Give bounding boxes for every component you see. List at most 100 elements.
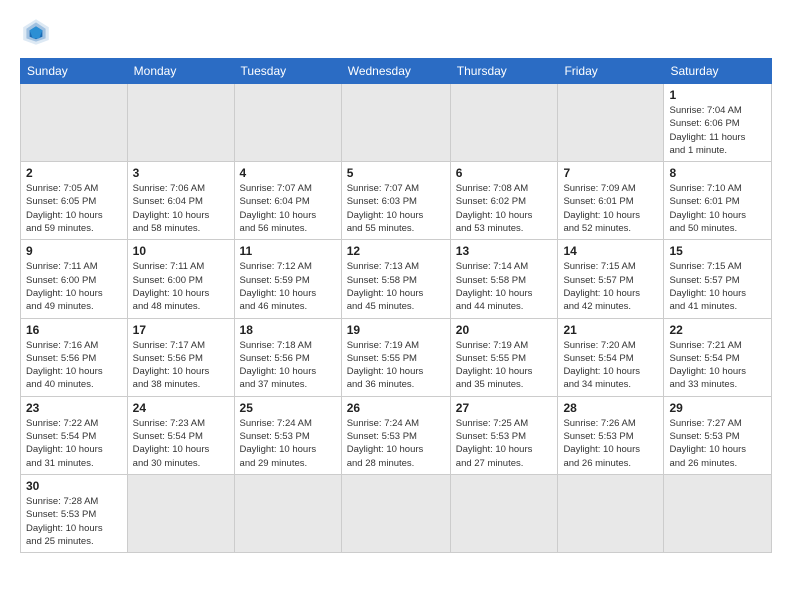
day-info: Sunrise: 7:20 AM Sunset: 5:54 PM Dayligh… bbox=[563, 339, 658, 392]
calendar-day-11: 11Sunrise: 7:12 AM Sunset: 5:59 PM Dayli… bbox=[234, 240, 341, 318]
weekday-header-thursday: Thursday bbox=[450, 59, 558, 84]
day-info: Sunrise: 7:14 AM Sunset: 5:58 PM Dayligh… bbox=[456, 260, 553, 313]
calendar-week-row: 1 Sunrise: 7:04 AM Sunset: 6:06 PM Daylig… bbox=[21, 84, 772, 162]
calendar-day-14: 14 Sunrise: 7:15 AM Sunset: 5:57 PM Dayli… bbox=[558, 240, 664, 318]
day-info: Sunrise: 7:06 AM Sunset: 6:04 PM Dayligh… bbox=[133, 182, 229, 235]
day-number: 8 bbox=[669, 166, 766, 180]
calendar-day-24: 24Sunrise: 7:23 AM Sunset: 5:54 PM Dayli… bbox=[127, 396, 234, 474]
calendar-day-8: 8 Sunrise: 7:10 AM Sunset: 6:01 PM Daylig… bbox=[664, 162, 772, 240]
day-number: 5 bbox=[347, 166, 445, 180]
day-number: 3 bbox=[133, 166, 229, 180]
day-number: 30 bbox=[26, 479, 122, 493]
page: SundayMondayTuesdayWednesdayThursdayFrid… bbox=[0, 0, 792, 612]
day-info: Sunrise: 7:21 AM Sunset: 5:54 PM Dayligh… bbox=[669, 339, 766, 392]
day-info: Sunrise: 7:13 AM Sunset: 5:58 PM Dayligh… bbox=[347, 260, 445, 313]
calendar-day-19: 19 Sunrise: 7:19 AM Sunset: 5:55 PM Dayli… bbox=[341, 318, 450, 396]
day-info: Sunrise: 7:23 AM Sunset: 5:54 PM Dayligh… bbox=[133, 417, 229, 470]
day-info: Sunrise: 7:27 AM Sunset: 5:53 PM Dayligh… bbox=[669, 417, 766, 470]
calendar-day-empty bbox=[234, 84, 341, 162]
weekday-header-wednesday: Wednesday bbox=[341, 59, 450, 84]
day-info: Sunrise: 7:04 AM Sunset: 6:06 PM Dayligh… bbox=[669, 104, 766, 157]
calendar-day-empty bbox=[127, 84, 234, 162]
day-info: Sunrise: 7:07 AM Sunset: 6:03 PM Dayligh… bbox=[347, 182, 445, 235]
day-info: Sunrise: 7:19 AM Sunset: 5:55 PM Dayligh… bbox=[347, 339, 445, 392]
calendar-day-empty bbox=[21, 84, 128, 162]
day-number: 23 bbox=[26, 401, 122, 415]
calendar-week-row: 9 Sunrise: 7:11 AM Sunset: 6:00 PM Daylig… bbox=[21, 240, 772, 318]
day-info: Sunrise: 7:08 AM Sunset: 6:02 PM Dayligh… bbox=[456, 182, 553, 235]
day-info: Sunrise: 7:18 AM Sunset: 5:56 PM Dayligh… bbox=[240, 339, 336, 392]
day-info: Sunrise: 7:15 AM Sunset: 5:57 PM Dayligh… bbox=[563, 260, 658, 313]
calendar-day-9: 9 Sunrise: 7:11 AM Sunset: 6:00 PM Daylig… bbox=[21, 240, 128, 318]
day-info: Sunrise: 7:10 AM Sunset: 6:01 PM Dayligh… bbox=[669, 182, 766, 235]
calendar-day-12: 12 Sunrise: 7:13 AM Sunset: 5:58 PM Dayli… bbox=[341, 240, 450, 318]
day-number: 21 bbox=[563, 323, 658, 337]
day-number: 27 bbox=[456, 401, 553, 415]
day-number: 15 bbox=[669, 244, 766, 258]
day-info: Sunrise: 7:24 AM Sunset: 5:53 PM Dayligh… bbox=[347, 417, 445, 470]
general-blue-logo-icon bbox=[20, 16, 52, 48]
calendar: SundayMondayTuesdayWednesdayThursdayFrid… bbox=[20, 58, 772, 553]
calendar-day-20: 20Sunrise: 7:19 AM Sunset: 5:55 PM Dayli… bbox=[450, 318, 558, 396]
day-number: 26 bbox=[347, 401, 445, 415]
calendar-day-empty bbox=[450, 84, 558, 162]
calendar-day-empty bbox=[341, 474, 450, 552]
calendar-day-2: 2Sunrise: 7:05 AM Sunset: 6:05 PM Daylig… bbox=[21, 162, 128, 240]
day-info: Sunrise: 7:25 AM Sunset: 5:53 PM Dayligh… bbox=[456, 417, 553, 470]
calendar-day-empty bbox=[234, 474, 341, 552]
day-info: Sunrise: 7:28 AM Sunset: 5:53 PM Dayligh… bbox=[26, 495, 122, 548]
day-info: Sunrise: 7:26 AM Sunset: 5:53 PM Dayligh… bbox=[563, 417, 658, 470]
day-info: Sunrise: 7:11 AM Sunset: 6:00 PM Dayligh… bbox=[133, 260, 229, 313]
calendar-day-3: 3 Sunrise: 7:06 AM Sunset: 6:04 PM Daylig… bbox=[127, 162, 234, 240]
calendar-day-13: 13 Sunrise: 7:14 AM Sunset: 5:58 PM Dayli… bbox=[450, 240, 558, 318]
day-info: Sunrise: 7:24 AM Sunset: 5:53 PM Dayligh… bbox=[240, 417, 336, 470]
day-number: 14 bbox=[563, 244, 658, 258]
weekday-header-tuesday: Tuesday bbox=[234, 59, 341, 84]
day-number: 2 bbox=[26, 166, 122, 180]
day-number: 17 bbox=[133, 323, 229, 337]
day-number: 29 bbox=[669, 401, 766, 415]
day-info: Sunrise: 7:07 AM Sunset: 6:04 PM Dayligh… bbox=[240, 182, 336, 235]
calendar-day-18: 18Sunrise: 7:18 AM Sunset: 5:56 PM Dayli… bbox=[234, 318, 341, 396]
calendar-day-22: 22 Sunrise: 7:21 AM Sunset: 5:54 PM Dayli… bbox=[664, 318, 772, 396]
calendar-week-row: 30 Sunrise: 7:28 AM Sunset: 5:53 PM Dayli… bbox=[21, 474, 772, 552]
day-number: 1 bbox=[669, 88, 766, 102]
day-info: Sunrise: 7:22 AM Sunset: 5:54 PM Dayligh… bbox=[26, 417, 122, 470]
day-number: 22 bbox=[669, 323, 766, 337]
day-number: 20 bbox=[456, 323, 553, 337]
weekday-header-friday: Friday bbox=[558, 59, 664, 84]
calendar-day-empty bbox=[450, 474, 558, 552]
calendar-week-row: 2Sunrise: 7:05 AM Sunset: 6:05 PM Daylig… bbox=[21, 162, 772, 240]
day-info: Sunrise: 7:09 AM Sunset: 6:01 PM Dayligh… bbox=[563, 182, 658, 235]
calendar-day-empty bbox=[664, 474, 772, 552]
day-info: Sunrise: 7:12 AM Sunset: 5:59 PM Dayligh… bbox=[240, 260, 336, 313]
day-number: 12 bbox=[347, 244, 445, 258]
header bbox=[20, 16, 772, 48]
day-number: 13 bbox=[456, 244, 553, 258]
calendar-week-row: 23 Sunrise: 7:22 AM Sunset: 5:54 PM Dayli… bbox=[21, 396, 772, 474]
day-number: 10 bbox=[133, 244, 229, 258]
calendar-day-16: 16 Sunrise: 7:16 AM Sunset: 5:56 PM Dayli… bbox=[21, 318, 128, 396]
weekday-header-monday: Monday bbox=[127, 59, 234, 84]
day-number: 25 bbox=[240, 401, 336, 415]
day-info: Sunrise: 7:16 AM Sunset: 5:56 PM Dayligh… bbox=[26, 339, 122, 392]
calendar-day-27: 27 Sunrise: 7:25 AM Sunset: 5:53 PM Dayli… bbox=[450, 396, 558, 474]
weekday-header-row: SundayMondayTuesdayWednesdayThursdayFrid… bbox=[21, 59, 772, 84]
calendar-day-empty bbox=[341, 84, 450, 162]
calendar-day-28: 28Sunrise: 7:26 AM Sunset: 5:53 PM Dayli… bbox=[558, 396, 664, 474]
day-number: 19 bbox=[347, 323, 445, 337]
weekday-header-sunday: Sunday bbox=[21, 59, 128, 84]
day-number: 9 bbox=[26, 244, 122, 258]
calendar-day-10: 10 Sunrise: 7:11 AM Sunset: 6:00 PM Dayli… bbox=[127, 240, 234, 318]
calendar-day-25: 25 Sunrise: 7:24 AM Sunset: 5:53 PM Dayli… bbox=[234, 396, 341, 474]
day-number: 7 bbox=[563, 166, 658, 180]
logo bbox=[20, 16, 56, 48]
day-info: Sunrise: 7:11 AM Sunset: 6:00 PM Dayligh… bbox=[26, 260, 122, 313]
calendar-day-empty bbox=[127, 474, 234, 552]
calendar-day-7: 7 Sunrise: 7:09 AM Sunset: 6:01 PM Daylig… bbox=[558, 162, 664, 240]
calendar-day-1: 1 Sunrise: 7:04 AM Sunset: 6:06 PM Daylig… bbox=[664, 84, 772, 162]
day-number: 4 bbox=[240, 166, 336, 180]
calendar-day-26: 26 Sunrise: 7:24 AM Sunset: 5:53 PM Dayli… bbox=[341, 396, 450, 474]
calendar-day-empty bbox=[558, 474, 664, 552]
day-number: 16 bbox=[26, 323, 122, 337]
